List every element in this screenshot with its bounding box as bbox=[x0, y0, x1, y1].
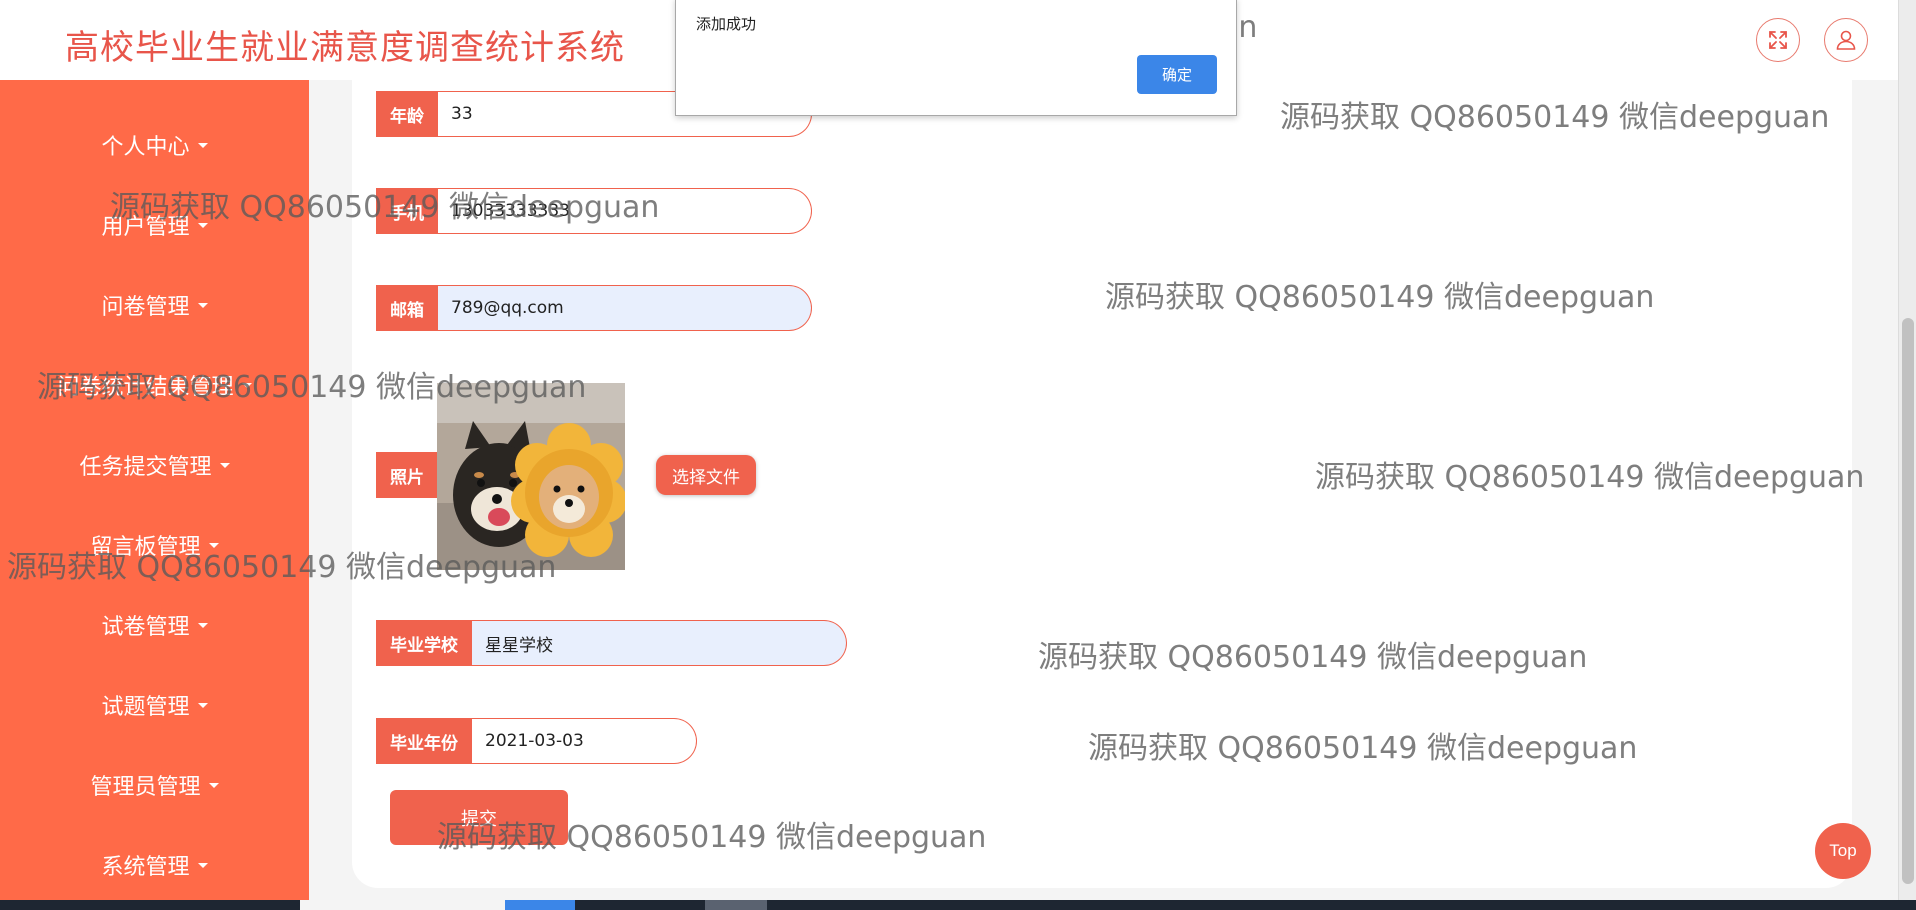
page-scrollbar[interactable] bbox=[1898, 0, 1916, 900]
sidebar-item-task-submission-management[interactable]: 任务提交管理 bbox=[0, 440, 309, 490]
phone-input[interactable]: 13033333333 bbox=[438, 188, 812, 234]
grad-year-input[interactable]: 2021-03-03 bbox=[472, 718, 697, 764]
expand-icon bbox=[1769, 31, 1787, 49]
phone-label: 手机 bbox=[376, 188, 438, 234]
sidebar-item-label: 问卷管理 bbox=[101, 295, 190, 320]
sidebar-item-label: 系统管理 bbox=[101, 855, 190, 880]
sidebar-item-exam-paper-management[interactable]: 试卷管理 bbox=[0, 600, 309, 650]
sidebar-item-label: 问卷统计结果管理 bbox=[57, 375, 234, 400]
caret-down-icon bbox=[197, 862, 208, 868]
sidebar-item-label: 试题管理 bbox=[101, 695, 190, 720]
school-input[interactable]: 星星学校 bbox=[472, 620, 847, 666]
sidebar-item-questionnaire-management[interactable]: 问卷管理 bbox=[0, 280, 309, 330]
scrollbar-thumb[interactable] bbox=[1902, 318, 1914, 884]
sidebar-item-label: 留言板管理 bbox=[90, 535, 201, 560]
sidebar-item-survey-results-management[interactable]: 问卷统计结果管理 bbox=[0, 360, 309, 410]
caret-down-icon bbox=[208, 782, 219, 788]
photo-preview bbox=[437, 383, 625, 570]
sidebar-item-label: 用户管理 bbox=[101, 215, 190, 240]
sidebar: 个人中心 用户管理 问卷管理 问卷统计结果管理 任务提交管理 留言板管理 试卷管… bbox=[0, 80, 309, 900]
caret-down-icon bbox=[197, 222, 208, 228]
grad-year-field: 毕业年份 2021-03-03 bbox=[376, 718, 697, 764]
taskbar-window[interactable] bbox=[705, 900, 767, 910]
age-label: 年龄 bbox=[376, 91, 438, 137]
email-field: 邮箱 789@qq.com bbox=[376, 285, 812, 331]
sidebar-item-system-management[interactable]: 系统管理 bbox=[0, 840, 309, 890]
submit-button[interactable]: 提交 bbox=[390, 790, 568, 845]
email-label: 邮箱 bbox=[376, 285, 438, 331]
caret-down-icon bbox=[241, 382, 252, 388]
sidebar-item-admin-management[interactable]: 管理员管理 bbox=[0, 760, 309, 810]
sidebar-item-label: 任务提交管理 bbox=[79, 455, 212, 480]
taskbar-window[interactable] bbox=[505, 900, 575, 910]
choose-file-button[interactable]: 选择文件 bbox=[656, 455, 756, 495]
fullscreen-button[interactable] bbox=[1756, 18, 1800, 62]
sidebar-item-label: 个人中心 bbox=[101, 135, 190, 160]
user-icon bbox=[1836, 30, 1856, 50]
sidebar-item-personal-center[interactable]: 个人中心 bbox=[0, 120, 309, 170]
photo-label: 照片 bbox=[376, 452, 438, 498]
sidebar-item-user-management[interactable]: 用户管理 bbox=[0, 200, 309, 250]
taskbar bbox=[0, 900, 1916, 910]
caret-down-icon bbox=[197, 702, 208, 708]
caret-down-icon bbox=[208, 542, 219, 548]
sidebar-item-question-management[interactable]: 试题管理 bbox=[0, 680, 309, 730]
school-field: 毕业学校 星星学校 bbox=[376, 620, 847, 666]
sidebar-item-label: 管理员管理 bbox=[90, 775, 201, 800]
school-label: 毕业学校 bbox=[376, 620, 472, 666]
alert-ok-button[interactable]: 确定 bbox=[1137, 55, 1217, 94]
email-input[interactable]: 789@qq.com bbox=[438, 285, 812, 331]
caret-down-icon bbox=[197, 142, 208, 148]
taskbar-window[interactable] bbox=[300, 900, 505, 910]
alert-message: 添加成功 bbox=[696, 15, 757, 33]
phone-field: 手机 13033333333 bbox=[376, 188, 812, 234]
grad-year-label: 毕业年份 bbox=[376, 718, 472, 764]
back-to-top-button[interactable]: Top bbox=[1815, 823, 1871, 879]
caret-down-icon bbox=[197, 302, 208, 308]
user-menu-button[interactable] bbox=[1824, 18, 1868, 62]
caret-down-icon bbox=[219, 462, 230, 468]
sidebar-item-message-board-management[interactable]: 留言板管理 bbox=[0, 520, 309, 570]
caret-down-icon bbox=[197, 622, 208, 628]
sidebar-item-label: 试卷管理 bbox=[101, 615, 190, 640]
alert-dialog: 添加成功 确定 bbox=[675, 0, 1237, 116]
